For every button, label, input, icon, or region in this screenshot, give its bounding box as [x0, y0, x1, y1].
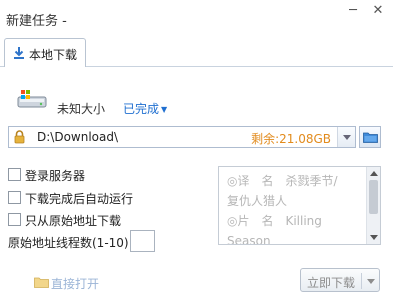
title-bar: 新建任务 - ─ ✕: [0, 0, 393, 34]
file-name-text: ◎译 名 杀戮季节/ 复仇人猎人 ◎片 名 Killing Season ◎年 …: [227, 174, 338, 245]
file-size-label: 未知大小: [57, 102, 106, 116]
thread-count-label: 原始地址线程数(1-10): [8, 236, 129, 250]
auto-run-checkbox[interactable]: [8, 191, 21, 204]
minimize-button[interactable]: ─: [346, 4, 360, 18]
auto-run-label: 下载完成后自动运行: [25, 192, 134, 206]
drive-icon: [17, 90, 47, 108]
download-now-label: 立即下载: [307, 276, 356, 290]
tab-bar: 本地下载: [0, 34, 393, 68]
login-server-checkbox[interactable]: [8, 168, 21, 181]
origin-only-label: 只从原始地址下载: [25, 214, 122, 228]
tab-local-download[interactable]: 本地下载: [4, 38, 86, 68]
folder-icon: [363, 132, 378, 143]
download-icon: [14, 47, 24, 59]
save-path-field[interactable]: D:\Download\ 剩余:21.08GB: [8, 126, 356, 148]
thread-count-input[interactable]: [130, 230, 155, 252]
chevron-down-icon[interactable]: [367, 279, 375, 284]
download-now-button[interactable]: 立即下载: [300, 268, 380, 292]
free-space-label: 剩余:21.08GB: [251, 132, 331, 146]
window-title: 新建任务 -: [6, 14, 67, 29]
vertical-scrollbar[interactable]: [366, 167, 380, 244]
tab-local-download-label: 本地下载: [29, 48, 78, 62]
button-divider: [361, 273, 362, 289]
lock-icon: [14, 130, 25, 144]
file-name-preview[interactable]: ◎译 名 杀戮季节/ 复仇人猎人 ◎片 名 Killing Season ◎年 …: [218, 166, 381, 245]
status-dropdown[interactable]: 已完成 ▼: [123, 100, 167, 117]
path-dropdown-button[interactable]: [337, 127, 355, 147]
scroll-thumb[interactable]: [369, 180, 378, 214]
login-server-label: 登录服务器: [25, 169, 86, 183]
browse-folder-button[interactable]: [359, 126, 381, 148]
direct-open-link[interactable]: 直接打开: [51, 275, 99, 292]
save-path-value: D:\Download\: [37, 130, 119, 144]
status-label: 已完成: [123, 102, 160, 116]
origin-only-checkbox[interactable]: [8, 213, 21, 226]
scroll-up-icon[interactable]: [370, 171, 378, 176]
close-button[interactable]: ✕: [371, 4, 385, 18]
task-panel: 未知大小 已完成 ▼ D:\Download\ 剩余:21.08GB 登录服务器 …: [0, 67, 393, 264]
chevron-down-icon: ▼: [161, 105, 168, 114]
scroll-down-icon[interactable]: [370, 235, 378, 240]
folder-open-icon: [34, 277, 49, 288]
